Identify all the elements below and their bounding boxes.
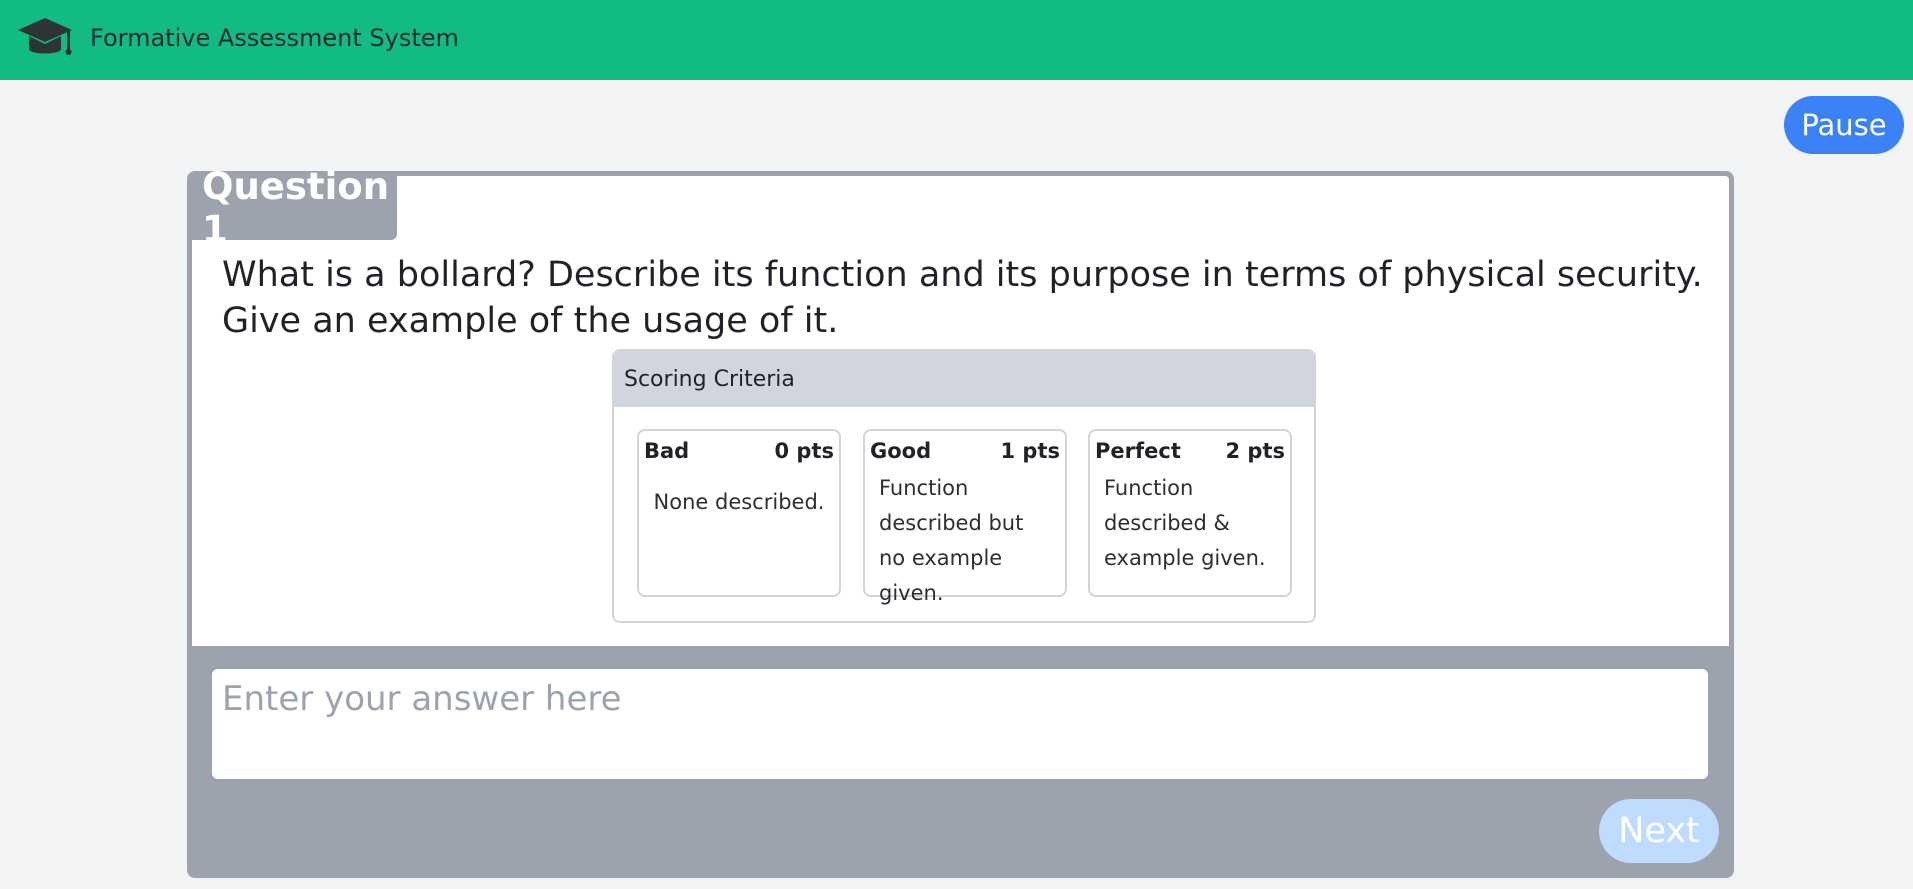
criterion-good: Good 1 pts Function described but no exa… xyxy=(863,429,1067,605)
criterion-points: 1 pts xyxy=(1000,439,1061,463)
question-number-badge: Question 1 xyxy=(192,165,397,251)
scoring-criteria: Scoring Criteria Bad 0 pts None describe… xyxy=(612,349,1316,623)
criterion-name: Good xyxy=(870,439,932,463)
app-title: Formative Assessment System xyxy=(90,24,459,52)
top-bar: Formative Assessment System xyxy=(0,0,1913,80)
criterion-perfect: Perfect 2 pts Function described & examp… xyxy=(1088,429,1292,597)
criterion-description: Function described but no example given. xyxy=(879,476,1024,605)
criterion-bad: Bad 0 pts None described. xyxy=(637,429,841,597)
criterion-points: 0 pts xyxy=(774,439,835,463)
criterion-points: 2 pts xyxy=(1225,439,1286,463)
graduation-cap-icon xyxy=(18,18,72,55)
criterion-name: Bad xyxy=(644,439,690,463)
criterion-description: None described. xyxy=(653,490,825,514)
scoring-criteria-title: Scoring Criteria xyxy=(614,351,1314,407)
question-panel: Question 1 What is a bollard? Describe i… xyxy=(192,165,1729,646)
criterion-name: Perfect xyxy=(1095,439,1181,463)
answer-input[interactable] xyxy=(212,669,1708,779)
question-text: What is a bollard? Describe its function… xyxy=(222,255,1703,341)
criterion-description: Function described & example given. xyxy=(1104,476,1266,570)
pause-button[interactable]: Pause xyxy=(1784,96,1904,154)
question-card: Question 1 What is a bollard? Describe i… xyxy=(187,165,1734,878)
next-button[interactable]: Next xyxy=(1599,799,1719,863)
